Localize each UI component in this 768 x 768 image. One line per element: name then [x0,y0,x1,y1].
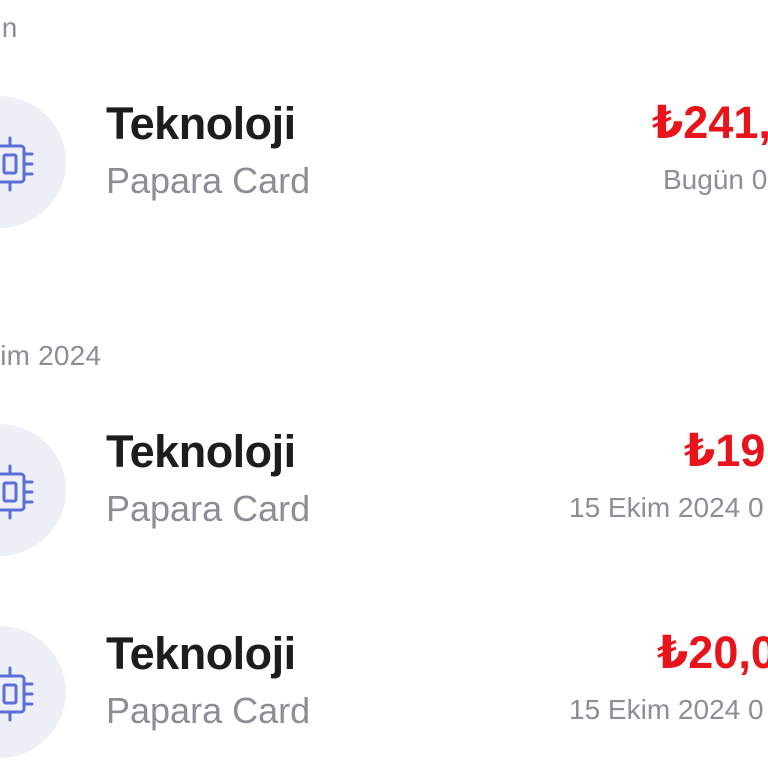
transaction-title: Teknoloji [106,628,296,679]
transaction-amount: ₺241, [652,97,768,148]
transaction-amount: ₺20,0 [657,627,768,678]
chip-icon [0,464,34,520]
transaction-date: Bugün 0 [663,164,768,195]
chip-icon [0,666,34,722]
category-icon-badge [0,424,66,556]
category-icon-badge [0,626,66,758]
section-header-today: ün [0,12,18,43]
category-icon-badge [0,96,66,228]
chip-icon [0,136,34,192]
transaction-amount: ₺19, [684,425,768,476]
section-header-date: kim 2024 [0,340,102,371]
transaction-list-screen: ün Teknoloji Papara Card ₺241, Bugün 0 k… [0,0,768,768]
transaction-subtitle: Papara Card [106,488,311,529]
transaction-row[interactable]: Teknoloji Papara Card ₺19, 15 Ekim 2024 … [0,422,768,562]
transaction-date: 15 Ekim 2024 0 [569,694,764,725]
transaction-title: Teknoloji [106,426,296,477]
transaction-row[interactable]: Teknoloji Papara Card ₺241, Bugün 0 [0,94,768,234]
transaction-subtitle: Papara Card [106,160,311,201]
transaction-row[interactable]: Teknoloji Papara Card ₺20,0 15 Ekim 2024… [0,624,768,764]
transaction-title: Teknoloji [106,98,296,149]
transaction-subtitle: Papara Card [106,690,311,731]
transaction-date: 15 Ekim 2024 0 [569,492,764,523]
